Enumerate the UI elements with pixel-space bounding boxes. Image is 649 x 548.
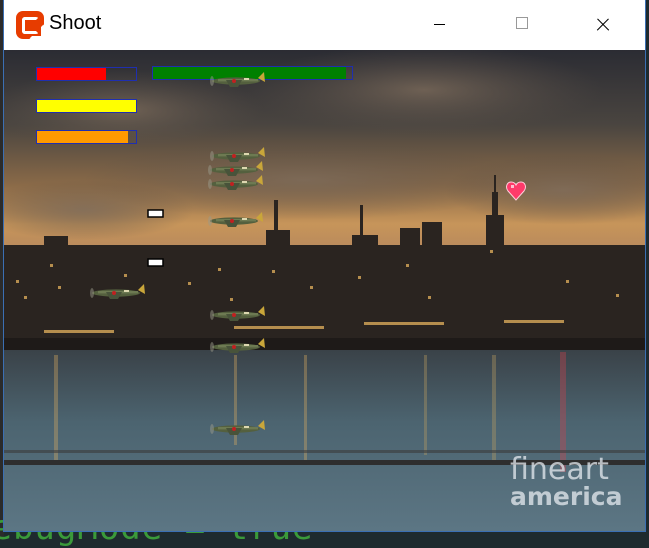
heart-icon xyxy=(506,181,526,201)
game-viewport[interactable]: fineart america xyxy=(4,50,645,531)
enemy-plane-icon xyxy=(90,284,145,299)
monogame-logo-icon xyxy=(16,11,44,39)
bullet-icon xyxy=(147,209,164,218)
enemy-plane-icon xyxy=(208,175,263,190)
enemy-plane-icon xyxy=(210,72,265,87)
game-window: Shoot fineart america xyxy=(4,0,645,531)
minimize-button[interactable] xyxy=(417,0,463,50)
close-button[interactable] xyxy=(580,0,626,50)
enemy-plane-icon xyxy=(208,212,263,227)
window-title: Shoot xyxy=(49,12,102,34)
maximize-icon xyxy=(516,17,528,29)
enemy-plane-icon xyxy=(210,147,265,162)
enemy-plane-icon xyxy=(208,161,263,176)
maximize-button[interactable] xyxy=(499,0,545,50)
watermark-line2: america xyxy=(510,482,623,511)
minimize-icon xyxy=(434,24,445,25)
bullet-icon xyxy=(147,258,164,267)
enemy-plane-icon xyxy=(210,306,265,321)
title-bar[interactable]: Shoot xyxy=(4,0,645,50)
enemy-plane-icon xyxy=(210,338,265,353)
enemy-plane-icon xyxy=(210,420,265,435)
